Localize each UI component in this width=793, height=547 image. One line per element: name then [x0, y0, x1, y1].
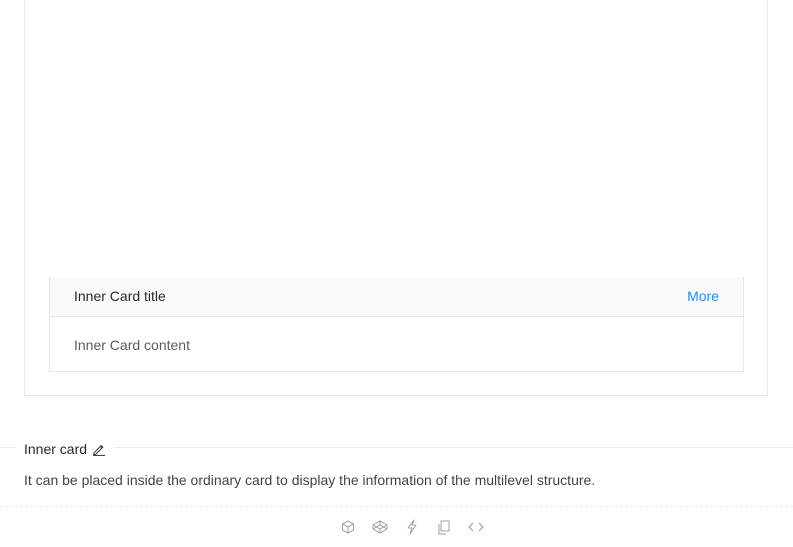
example-meta-title: Inner card	[16, 438, 115, 460]
codesandbox-icon[interactable]	[339, 518, 357, 536]
inner-card-title: Inner Card title	[74, 288, 166, 304]
example-title: Inner card	[24, 441, 88, 457]
codepen-icon[interactable]	[371, 518, 389, 536]
more-link[interactable]: More	[687, 285, 719, 307]
expand-code-icon[interactable]	[467, 518, 485, 536]
demo-page: Inner Card title More Inner Card content…	[0, 0, 793, 547]
meta-divider	[0, 447, 793, 448]
code-actions	[339, 518, 485, 536]
edit-icon[interactable]	[92, 442, 106, 456]
inner-card-content: Inner Card content	[74, 337, 190, 353]
inner-card-head: Inner Card title More	[50, 277, 743, 317]
inner-card: Inner Card title More Inner Card content	[49, 277, 744, 372]
copy-icon[interactable]	[435, 518, 453, 536]
example-description: It can be placed inside the ordinary car…	[24, 472, 596, 488]
riddle-icon[interactable]	[403, 518, 421, 536]
actions-divider	[0, 506, 793, 508]
